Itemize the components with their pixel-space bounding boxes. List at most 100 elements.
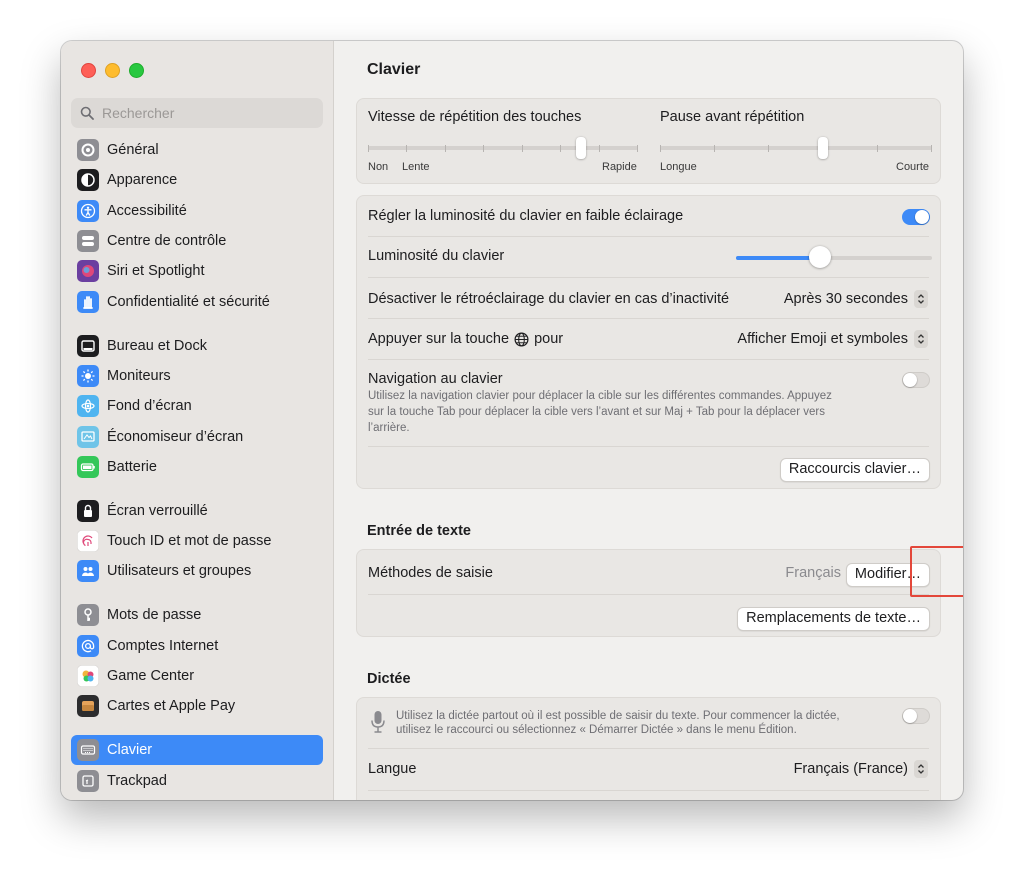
auto-brightness-toggle[interactable] (902, 209, 930, 225)
dictation-language-value: Français (France) (793, 761, 908, 777)
key-icon (77, 604, 99, 627)
sidebar-item-label: Moniteurs (107, 367, 171, 384)
chevron-updown-icon (914, 760, 928, 778)
chevron-updown-icon (914, 290, 928, 308)
text-replacements-button[interactable]: Remplacements de texte… (737, 607, 930, 631)
modify-button-highlight (910, 546, 963, 597)
slider-tick (368, 145, 369, 152)
sidebar-item-label: Économiseur d’écran (107, 428, 244, 445)
text-input-title: Entrée de texte (367, 523, 471, 539)
slider-tick (560, 145, 562, 152)
sidebar-item-label: Confidentialité et sécurité (107, 293, 270, 310)
keyboard-navigation-desc-1: Utilisez la navigation clavier pour dépl… (368, 390, 832, 402)
keyboard-shortcuts-button[interactable]: Raccourcis clavier… (779, 458, 930, 482)
sidebar-item-keyboard[interactable]: Clavier (71, 735, 323, 766)
dictation-title: Dictée (367, 671, 411, 687)
control-center-icon (77, 230, 99, 253)
repeat-delay-knob[interactable] (818, 137, 829, 159)
minimize-window-button[interactable] (105, 63, 120, 78)
sidebar-item-label: Accessibilité (107, 202, 187, 219)
sidebar-item-label: Siri et Spotlight (107, 263, 205, 280)
sidebar-item-lock[interactable]: Écran verrouillé (71, 496, 323, 526)
keyboard-navigation-toggle[interactable] (902, 372, 930, 388)
sidebar-item-screensaver[interactable]: Économiseur d’écran (71, 421, 323, 451)
slider-tick (768, 145, 770, 152)
dock-icon (77, 334, 99, 357)
keyboard-navigation-desc-2: sur la touche Tab pour déplacer la cible… (368, 406, 825, 418)
slider-tick (637, 145, 638, 152)
gear-icon (77, 139, 99, 162)
sidebar-item-fingerprint[interactable]: Touch ID et mot de passe (71, 526, 323, 556)
sidebar-item-users[interactable]: Utilisateurs et groupes (71, 556, 323, 586)
sidebar-item-display[interactable]: Moniteurs (71, 361, 323, 391)
slider-tick (598, 145, 600, 152)
sidebar-item-label: Apparence (107, 172, 178, 189)
sidebar-item-game-center[interactable]: Game Center (71, 661, 323, 691)
settings-window: Général Apparence Accessibilité Centre de c… (61, 41, 963, 800)
zoom-window-button[interactable] (129, 63, 144, 78)
sidebar-item-label: Touch ID et mot de passe (107, 533, 272, 550)
auto-brightness-label: Régler la luminosité du clavier en faibl… (368, 208, 684, 224)
sidebar-item-label: Trackpad (107, 772, 167, 789)
repeat-rate-fast-label: Rapide (602, 161, 637, 173)
appearance-icon (77, 169, 99, 192)
sidebar-item-label: Bureau et Dock (107, 337, 207, 354)
sidebar-item-label: Clavier (107, 742, 153, 759)
repeat-delay-slider[interactable] (660, 135, 932, 161)
inactivity-popup[interactable]: Après 30 secondes (784, 290, 928, 308)
search-field[interactable] (71, 98, 323, 128)
page-title: Clavier (367, 61, 421, 78)
input-methods-value: Français (785, 565, 841, 581)
sidebar-item-gear[interactable]: Général (71, 135, 323, 165)
repeat-rate-slow-label: Lente (402, 161, 430, 173)
repeat-rate-slider[interactable] (368, 135, 638, 161)
sidebar-item-wallpaper[interactable]: Fond d’écran (71, 391, 323, 421)
sidebar-item-accessibility[interactable]: Accessibilité (71, 196, 323, 226)
chevron-updown-icon (914, 330, 928, 348)
sidebar: Général Apparence Accessibilité Centre de c… (61, 41, 334, 800)
sidebar-item-wallet[interactable]: Cartes et Apple Pay (71, 691, 323, 721)
sidebar-item-trackpad[interactable]: Trackpad (71, 765, 323, 795)
sidebar-item-label: Mots de passe (107, 607, 202, 624)
accessibility-icon (77, 199, 99, 222)
display-icon (77, 364, 99, 387)
sidebar-item-appearance[interactable]: Apparence (71, 165, 323, 195)
globe-key-popup[interactable]: Afficher Emoji et symboles (737, 330, 928, 348)
microphone-icon (371, 711, 385, 733)
battery-icon (77, 455, 99, 478)
text-input-card: Méthodes de saisie Français Modifier… Re… (356, 549, 941, 637)
sidebar-item-key[interactable]: Mots de passe (71, 600, 323, 630)
repeat-delay-long-label: Longue (660, 161, 697, 173)
key-repeat-card: Vitesse de répétition des touches Pause … (356, 98, 941, 184)
dictation-toggle[interactable] (902, 708, 930, 724)
sidebar-item-hand[interactable]: Confidentialité et sécurité (71, 286, 323, 316)
repeat-rate-knob[interactable] (576, 137, 587, 159)
wallet-icon (77, 695, 99, 718)
sidebar-item-control-center[interactable]: Centre de contrôle (71, 226, 323, 256)
siri-icon (77, 260, 99, 283)
keyboard-brightness-knob[interactable] (809, 246, 832, 268)
slider-tick (931, 145, 932, 152)
keyboard-icon (77, 739, 99, 762)
lock-icon (77, 499, 99, 522)
screensaver-icon (77, 425, 99, 448)
sidebar-item-dock[interactable]: Bureau et Dock (71, 330, 323, 360)
dictation-card: Utilisez la dictée partout où il est pos… (356, 697, 941, 800)
at-icon (77, 634, 99, 657)
slider-tick (521, 145, 523, 152)
close-window-button[interactable] (81, 63, 96, 78)
sidebar-list: Général Apparence Accessibilité Centre de c… (71, 135, 323, 800)
keyboard-brightness-slider[interactable] (736, 246, 932, 270)
keyboard-navigation-label: Navigation au clavier (368, 371, 503, 387)
sidebar-item-label: Écran verrouillé (107, 502, 208, 519)
dictation-language-popup[interactable]: Français (France) (794, 760, 928, 778)
game-center-icon (77, 664, 99, 687)
sidebar-item-at[interactable]: Comptes Internet (71, 631, 323, 661)
sidebar-item-siri[interactable]: Siri et Spotlight (71, 256, 323, 286)
users-icon (77, 560, 99, 583)
search-input[interactable] (100, 104, 304, 122)
sidebar-item-battery[interactable]: Batterie (71, 452, 323, 482)
